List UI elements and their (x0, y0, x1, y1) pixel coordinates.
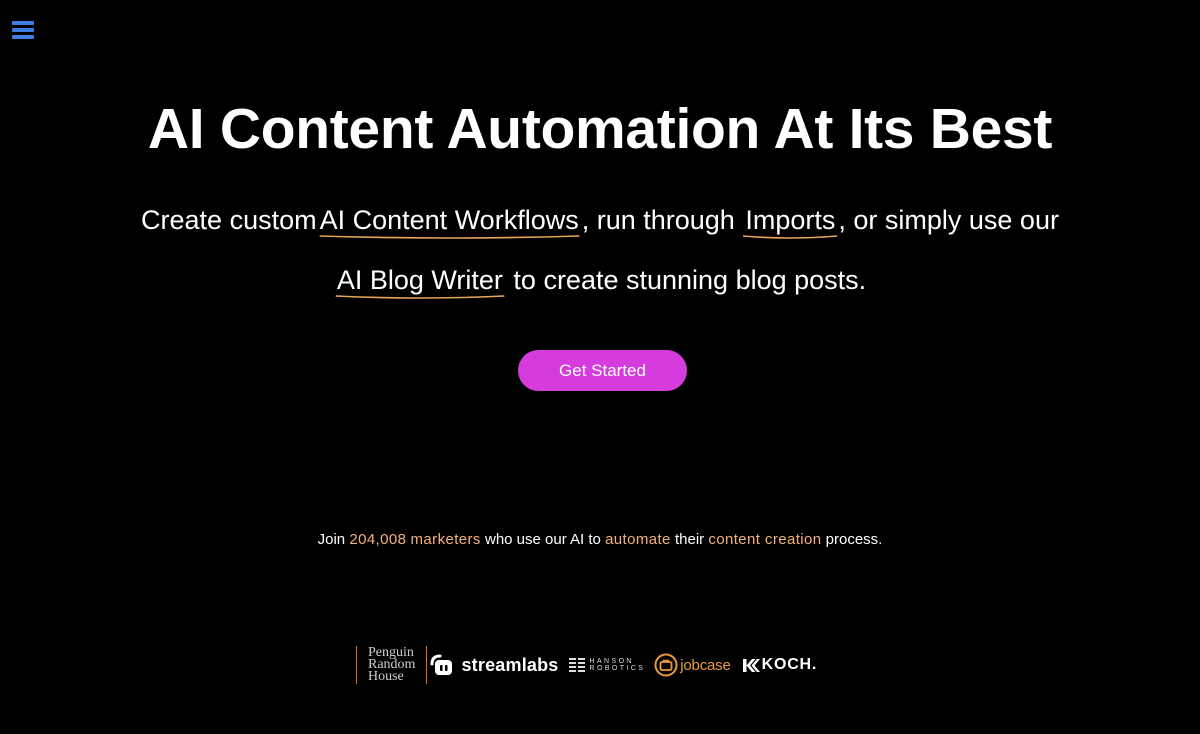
hanson-robotics-icon (568, 658, 585, 672)
imports-link[interactable]: Imports (742, 190, 838, 250)
penguin-random-house-logo: Penguin Random House (356, 644, 428, 686)
ai-blog-writer-link[interactable]: AI Blog Writer (334, 250, 506, 310)
koch-icon (742, 658, 760, 672)
landing-page: AI Content Automation At Its Best Create… (0, 0, 1200, 734)
jobcase-logo: jobcase (654, 653, 731, 677)
imports-label: Imports (745, 205, 836, 235)
menu-bar-middle (12, 28, 34, 32)
koch-logo: KOCH. (742, 656, 818, 674)
social-proof-text: Join 204,008 marketers who use our AI to… (0, 531, 1200, 548)
subtitle-text-1: Create custom (141, 205, 317, 235)
underline-swoosh-icon (335, 295, 505, 299)
marketer-count: 204,008 (349, 531, 407, 548)
koch-wordmark: KOCH. (761, 656, 818, 673)
hamburger-menu-icon[interactable] (12, 21, 36, 41)
marketers-label: marketers (410, 531, 481, 548)
content-creation-label: content creation (708, 531, 822, 548)
subtitle-text-2: , run through (581, 205, 735, 235)
social-proof-suffix: process. (825, 531, 883, 548)
get-started-button[interactable]: Get Started (518, 350, 687, 391)
hanson-line-2: ROBOTICS (589, 665, 646, 672)
penguin-logo-text: Penguin Random House (357, 646, 426, 684)
underline-swoosh-icon (743, 235, 838, 239)
social-proof-prefix: Join (317, 531, 346, 548)
penguin-divider-right (426, 646, 428, 684)
streamlabs-wordmark: streamlabs (461, 654, 559, 675)
ai-content-workflows-link[interactable]: AI Content Workflows (317, 190, 582, 250)
ai-content-workflows-label: AI Content Workflows (319, 205, 579, 235)
hanson-robotics-text: HANSON ROBOTICS (590, 658, 646, 672)
jobcase-wordmark: jobcase (680, 656, 731, 674)
jobcase-icon (654, 653, 678, 677)
hero-title: AI Content Automation At Its Best (147, 97, 1053, 161)
penguin-line-3: House (368, 669, 404, 684)
automate-label: automate (605, 531, 671, 548)
social-proof-middle-1: who use our AI to (484, 531, 601, 548)
client-logos: Penguin Random House streamlabs HANSON R… (356, 643, 817, 687)
subtitle-text-4: to create stunning blog posts. (513, 265, 867, 295)
hero-subtitle: Create custom AI Content Workflows, run t… (100, 190, 1100, 310)
hanson-line-1: HANSON (589, 658, 634, 665)
streamlabs-icon (430, 654, 453, 675)
social-proof-middle-2: their (674, 531, 705, 548)
hanson-robotics-logo: HANSON ROBOTICS (568, 658, 646, 672)
underline-swoosh-icon (319, 235, 580, 239)
streamlabs-logo: streamlabs (429, 652, 558, 678)
menu-bar-top (12, 21, 34, 25)
menu-bar-bottom (12, 35, 34, 39)
ai-blog-writer-label: AI Blog Writer (336, 265, 503, 295)
subtitle-text-3: , or simply use our (838, 205, 1059, 235)
